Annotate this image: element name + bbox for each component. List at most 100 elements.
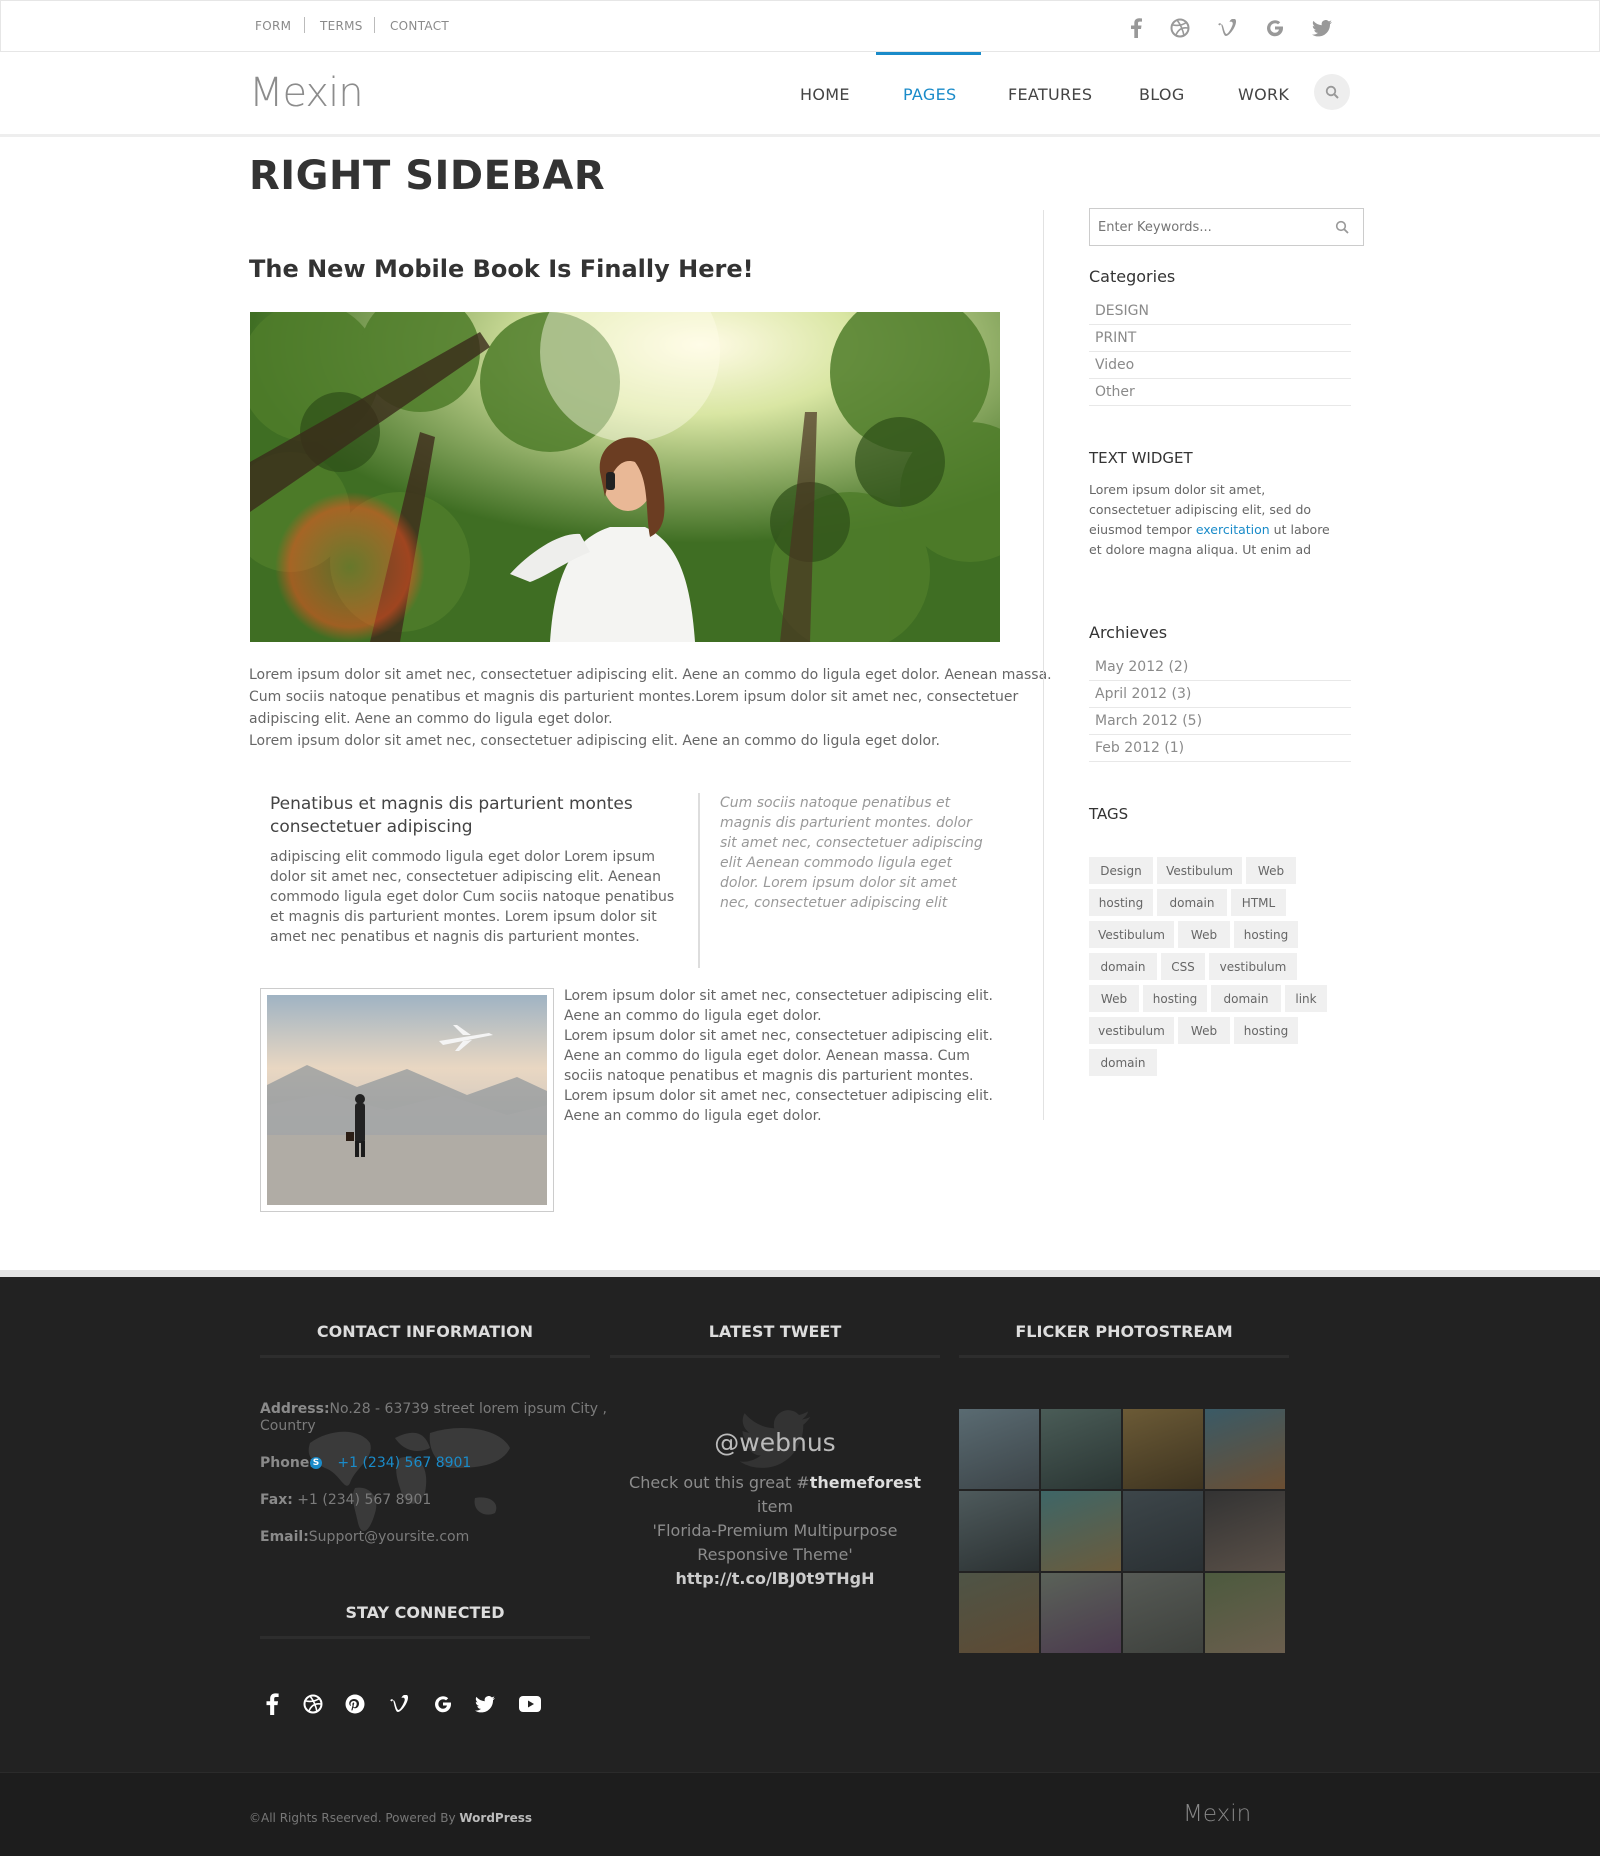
dribbble-icon[interactable] <box>303 1694 323 1718</box>
flickr-photo[interactable] <box>1041 1409 1121 1489</box>
flickr-photo[interactable] <box>1041 1573 1121 1653</box>
vimeo-icon[interactable] <box>1214 15 1240 41</box>
twitter-icon[interactable] <box>1309 15 1335 41</box>
top-link-terms[interactable]: TERMS <box>320 19 363 33</box>
post-title[interactable]: The New Mobile Book Is Finally Here! <box>249 255 754 283</box>
tag[interactable]: Web <box>1178 1017 1230 1044</box>
archives-heading: Archieves <box>1089 623 1168 642</box>
footer-logo[interactable]: Mexin <box>1183 1801 1251 1827</box>
tag[interactable]: domain <box>1089 953 1157 980</box>
topbar: FORM TERMS CONTACT <box>0 0 1600 52</box>
nav-work[interactable]: WORK <box>1238 85 1289 104</box>
vimeo-icon[interactable] <box>389 1694 409 1717</box>
search-icon[interactable] <box>1335 220 1349 234</box>
flickr-photo[interactable] <box>1123 1491 1203 1571</box>
facebook-icon[interactable] <box>265 1693 279 1719</box>
tweet-text-part: Check out this great # <box>629 1473 810 1492</box>
email-value[interactable]: Support@yoursite.com <box>309 1529 469 1545</box>
intro-paragraph-4: Lorem ipsum dolor sit amet nec, consecte… <box>249 733 940 749</box>
column-title: Penatibus et magnis dis parturient monte… <box>270 794 633 837</box>
nav-features[interactable]: FEATURES <box>1008 85 1092 104</box>
address-line: Address:No.28 - 63739 street lorem ipsum… <box>260 1401 607 1417</box>
flickr-photo[interactable] <box>1205 1409 1285 1489</box>
archive-item[interactable]: Feb 2012 (1) <box>1089 735 1351 762</box>
tag[interactable]: domain <box>1089 1049 1157 1076</box>
flickr-photo[interactable] <box>1205 1573 1285 1653</box>
copyright: ©All Rights Rseerved. Powered By WordPre… <box>249 1811 532 1825</box>
pinterest-icon[interactable] <box>345 1694 365 1718</box>
tweet-link[interactable]: http://t.co/lBJ0t9THgH <box>610 1567 940 1591</box>
logo[interactable]: Mexin <box>249 70 364 116</box>
email-line: Email:Support@yoursite.com <box>260 1529 469 1545</box>
dribbble-icon[interactable] <box>1167 15 1193 41</box>
google-icon[interactable] <box>1262 15 1288 41</box>
tag[interactable]: link <box>1285 985 1327 1012</box>
flickr-photo[interactable] <box>1123 1573 1203 1653</box>
tag[interactable]: Web <box>1089 985 1139 1012</box>
category-item[interactable]: Video <box>1089 352 1351 379</box>
footer-divider <box>959 1355 1289 1358</box>
tag[interactable]: Web <box>1178 921 1230 948</box>
side-text-2: Lorem ipsum dolor sit amet nec, consecte… <box>564 1028 993 1124</box>
column-divider <box>698 793 700 968</box>
tag[interactable]: domain <box>1211 985 1281 1012</box>
category-item[interactable]: Other <box>1089 379 1351 406</box>
tag[interactable]: hosting <box>1234 921 1298 948</box>
category-item[interactable]: PRINT <box>1089 325 1351 352</box>
tag[interactable]: CSS <box>1161 953 1205 980</box>
youtube-icon[interactable] <box>519 1695 541 1717</box>
archive-item[interactable]: May 2012 (2) <box>1089 654 1351 681</box>
flickr-photo[interactable] <box>959 1491 1039 1571</box>
tweet-hashtag[interactable]: themeforest <box>810 1473 921 1492</box>
nav-blog[interactable]: BLOG <box>1139 85 1185 104</box>
side-text-1: Lorem ipsum dolor sit amet nec, consecte… <box>564 988 993 1024</box>
tag[interactable]: Design <box>1089 857 1153 884</box>
tag[interactable]: HTML <box>1231 889 1286 916</box>
flicker-heading: FLICKER PHOTOSTREAM <box>1015 1322 1233 1341</box>
text-widget-heading: TEXT WIDGET <box>1089 449 1193 467</box>
flickr-photo[interactable] <box>959 1409 1039 1489</box>
tag[interactable]: vestibulum <box>1209 953 1297 980</box>
tag[interactable]: hosting <box>1143 985 1207 1012</box>
tag[interactable]: Vestibulum <box>1089 921 1174 948</box>
category-item[interactable]: DESIGN <box>1089 298 1351 325</box>
phone-label: Phone: <box>260 1455 315 1471</box>
phone-value[interactable]: +1 (234) 567 8901 <box>337 1455 471 1471</box>
header: Mexin HOME PAGES FEATURES BLOG WORK <box>0 52 1600 137</box>
address-line-2: Country <box>260 1418 316 1434</box>
skype-icon: S <box>310 1457 322 1469</box>
archive-item[interactable]: April 2012 (3) <box>1089 681 1351 708</box>
active-nav-indicator <box>876 52 981 55</box>
top-separator <box>304 17 305 33</box>
tweet-line-2: 'Florida-Premium Multipurpose <box>652 1521 898 1540</box>
copyright-text: ©All Rights Rseerved. Powered By <box>249 1811 460 1825</box>
tag[interactable]: hosting <box>1234 1017 1298 1044</box>
top-link-form[interactable]: FORM <box>255 19 291 33</box>
flickr-photo[interactable] <box>959 1573 1039 1653</box>
header-search-button[interactable] <box>1314 74 1350 110</box>
framed-image <box>260 988 554 1212</box>
tweet-handle[interactable]: @webnus <box>610 1428 940 1457</box>
sidebar-search-input[interactable] <box>1090 209 1320 245</box>
tag[interactable]: domain <box>1157 889 1227 916</box>
phone-line: Phone: S +1 (234) 567 8901 <box>260 1455 471 1471</box>
tweet-line-3: Responsive Theme' <box>697 1545 853 1564</box>
archive-item[interactable]: March 2012 (5) <box>1089 708 1351 735</box>
twitter-icon[interactable] <box>475 1696 495 1717</box>
footer-divider <box>260 1636 590 1639</box>
tag[interactable]: vestibulum <box>1089 1017 1174 1044</box>
top-link-contact[interactable]: CONTACT <box>390 19 449 33</box>
google-icon[interactable] <box>433 1694 453 1718</box>
facebook-icon[interactable] <box>1123 15 1149 41</box>
text-widget-link[interactable]: exercitation <box>1196 522 1270 537</box>
tag[interactable]: hosting <box>1089 889 1153 916</box>
tag[interactable]: Web <box>1246 857 1296 884</box>
nav-pages[interactable]: PAGES <box>903 85 956 104</box>
flickr-photo[interactable] <box>1123 1409 1203 1489</box>
flickr-photo[interactable] <box>1041 1491 1121 1571</box>
wordpress-link[interactable]: WordPress <box>459 1811 532 1825</box>
flickr-photo[interactable] <box>1205 1491 1285 1571</box>
nav-home[interactable]: HOME <box>800 85 850 104</box>
tag[interactable]: Vestibulum <box>1157 857 1242 884</box>
search-icon <box>1325 85 1339 99</box>
